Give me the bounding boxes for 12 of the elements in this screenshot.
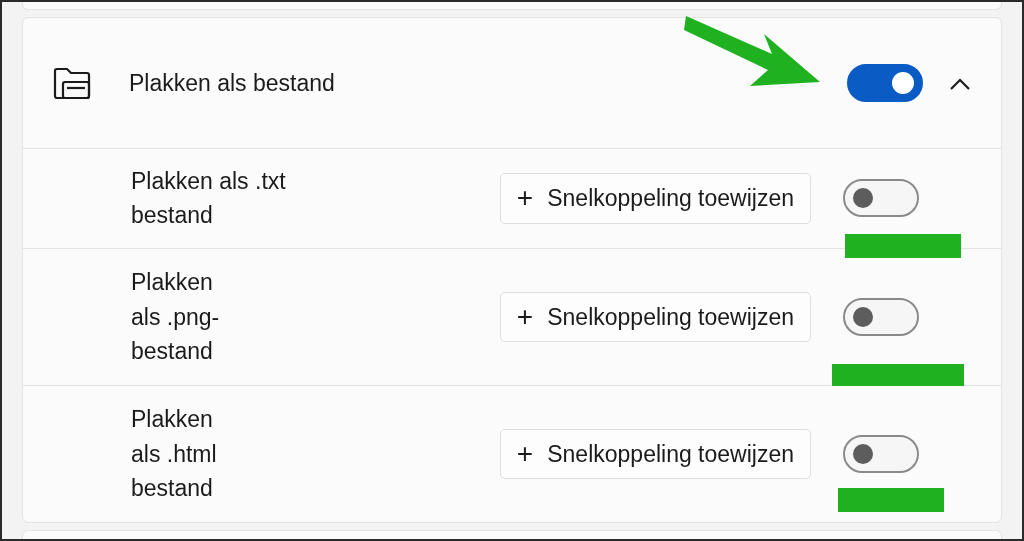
shortcut-button[interactable]: + Snelkoppeling toewijzen xyxy=(499,291,811,342)
toggle-switch[interactable] xyxy=(847,63,923,102)
shortcut-button[interactable]: + Snelkoppeling toewijzen xyxy=(499,173,811,224)
folder-icon xyxy=(53,65,93,100)
toggle-switch[interactable] xyxy=(843,297,919,336)
setting-title: Plakken als bestand xyxy=(129,68,336,98)
option-label: Plakken als .txt bestand xyxy=(131,166,287,231)
toggle-switch[interactable] xyxy=(843,179,919,218)
shortcut-button[interactable]: + Snelkoppeling toewijzen xyxy=(499,428,811,479)
option-label: Plakken als .html bestand xyxy=(131,405,218,503)
toggle-switch[interactable] xyxy=(843,434,919,473)
option-label: Plakken als .png- bestand xyxy=(131,268,221,366)
